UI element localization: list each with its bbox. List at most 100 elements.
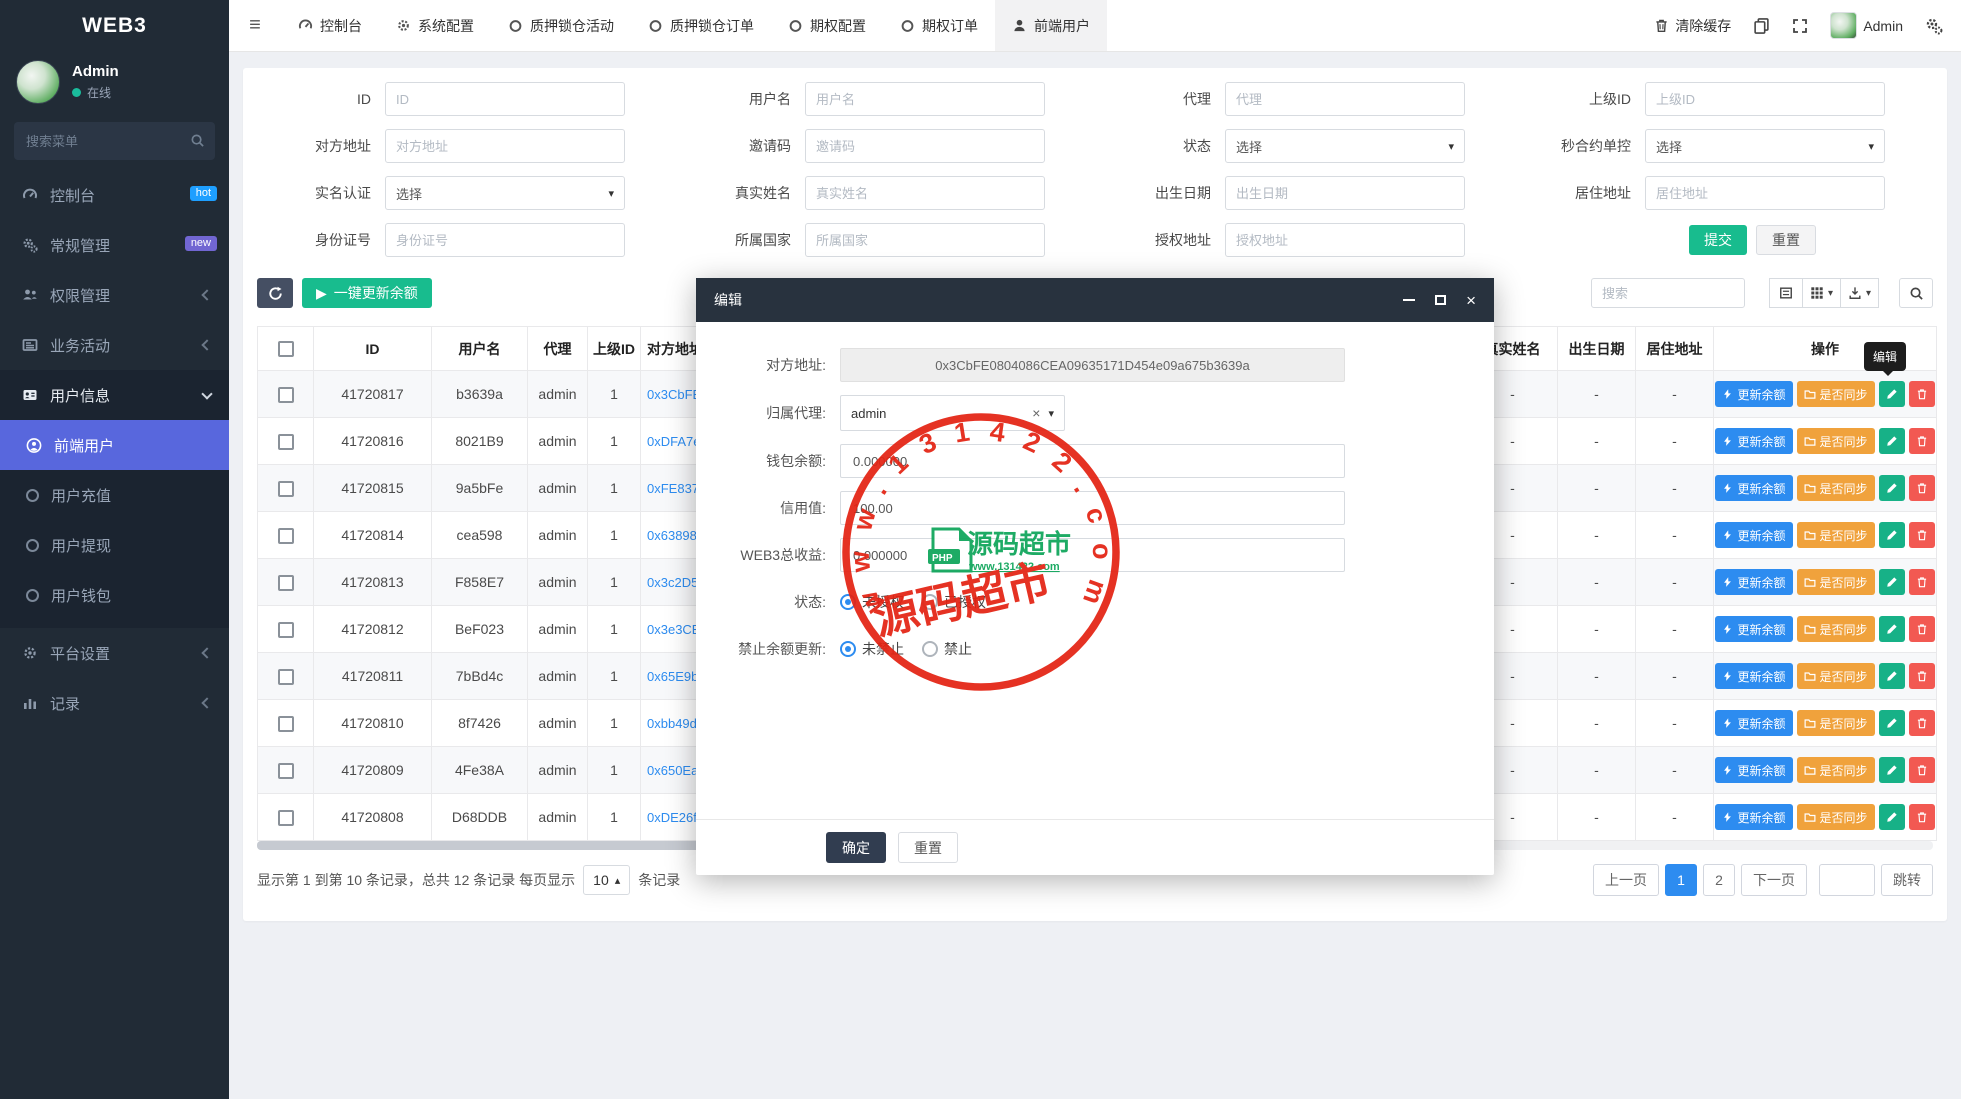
modal-profit-input[interactable] — [840, 538, 1345, 572]
address-link[interactable]: 0x3c2D5 — [647, 575, 698, 590]
sidebar-item-userinfo[interactable]: 用户信息 — [0, 370, 229, 420]
filter-birth-date-input[interactable] — [1236, 185, 1454, 201]
sidebar-item-platform-settings[interactable]: 平台设置 — [0, 628, 229, 678]
filter-id-card-input[interactable] — [396, 232, 614, 248]
modal-balance-input[interactable] — [840, 444, 1345, 478]
filter-username-input[interactable] — [816, 91, 1034, 107]
row-checkbox[interactable] — [277, 480, 294, 497]
update-balance-button[interactable]: 更新余额 — [1715, 569, 1793, 595]
sidebar-item-user-recharge[interactable]: 用户充值 — [0, 470, 229, 520]
filter-kyc-select[interactable]: 选择 ▾ — [385, 176, 625, 210]
update-balance-button[interactable]: 更新余额 — [1715, 522, 1793, 548]
delete-button[interactable] — [1908, 428, 1935, 454]
sidebar-item-user-withdraw[interactable]: 用户提现 — [0, 520, 229, 570]
sync-button[interactable]: 是否同步 — [1796, 381, 1875, 407]
avatar[interactable] — [16, 60, 60, 104]
row-checkbox[interactable] — [277, 386, 294, 403]
radio-forbidden[interactable]: 禁止 — [922, 639, 972, 659]
row-checkbox[interactable] — [277, 527, 294, 544]
tab-option-orders[interactable]: 期权订单 — [883, 0, 995, 51]
next-page-button[interactable]: 下一页 — [1741, 864, 1807, 896]
modal-credit-input[interactable] — [840, 491, 1345, 525]
filter-status-select[interactable]: 选择 ▾ — [1225, 129, 1465, 163]
edit-button[interactable] — [1878, 381, 1905, 407]
tab-system-config[interactable]: 系统配置 — [379, 0, 491, 51]
update-balance-button[interactable]: 更新余额 — [1715, 381, 1793, 407]
delete-button[interactable] — [1908, 710, 1935, 736]
filter-address-input[interactable] — [396, 138, 614, 154]
table-search-input[interactable] — [1590, 278, 1745, 308]
batch-update-balance-button[interactable]: ▶ 一键更新余额 — [302, 278, 432, 308]
sidebar-item-general[interactable]: 常规管理 new — [0, 220, 229, 270]
clear-icon[interactable]: × — [1032, 405, 1040, 421]
row-checkbox[interactable] — [277, 762, 294, 779]
refresh-button[interactable] — [257, 278, 293, 308]
update-balance-button[interactable]: 更新余额 — [1715, 616, 1793, 642]
edit-button[interactable] — [1878, 428, 1905, 454]
update-balance-button[interactable]: 更新余额 — [1715, 804, 1793, 830]
select-all-checkbox[interactable] — [277, 341, 294, 358]
sync-button[interactable]: 是否同步 — [1796, 522, 1875, 548]
update-balance-button[interactable]: 更新余额 — [1715, 710, 1793, 736]
columns-button[interactable]: ▾ — [1801, 278, 1841, 308]
update-balance-button[interactable]: 更新余额 — [1715, 757, 1793, 783]
row-checkbox[interactable] — [277, 809, 294, 826]
export-button[interactable]: ▾ — [1839, 278, 1879, 308]
filter-invite-code-input[interactable] — [816, 138, 1034, 154]
row-checkbox[interactable] — [277, 715, 294, 732]
tab-frontend-users[interactable]: 前端用户 — [995, 0, 1107, 51]
sync-button[interactable]: 是否同步 — [1796, 569, 1875, 595]
sync-button[interactable]: 是否同步 — [1796, 616, 1875, 642]
delete-button[interactable] — [1908, 804, 1935, 830]
sync-button[interactable]: 是否同步 — [1796, 757, 1875, 783]
radio-authorized[interactable]: 已授权 — [922, 592, 986, 612]
tab-stake-orders[interactable]: 质押锁仓订单 — [631, 0, 771, 51]
prev-page-button[interactable]: 上一页 — [1593, 864, 1659, 896]
jump-button[interactable]: 跳转 — [1881, 864, 1933, 896]
edit-button[interactable] — [1878, 757, 1905, 783]
maximize-icon[interactable] — [1435, 295, 1447, 305]
sidebar-item-permissions[interactable]: 权限管理 — [0, 270, 229, 320]
filter-parent-id-input[interactable] — [1656, 91, 1874, 107]
user-menu[interactable]: Admin — [1830, 12, 1903, 39]
edit-button[interactable] — [1878, 710, 1905, 736]
submit-button[interactable]: 提交 — [1689, 225, 1747, 255]
close-icon[interactable]: × — [1466, 292, 1476, 309]
update-balance-button[interactable]: 更新余额 — [1715, 475, 1793, 501]
clear-cache-button[interactable]: 清除缓存 — [1654, 16, 1731, 36]
filter-id-input[interactable] — [396, 91, 614, 107]
minimize-icon[interactable] — [1403, 299, 1416, 301]
delete-button[interactable] — [1908, 381, 1935, 407]
edit-button[interactable] — [1878, 804, 1905, 830]
address-link[interactable]: 0x63898 — [647, 528, 697, 543]
row-checkbox[interactable] — [277, 574, 294, 591]
edit-button[interactable] — [1878, 475, 1905, 501]
sidebar-item-business[interactable]: 业务活动 — [0, 320, 229, 370]
sidebar-item-console[interactable]: 控制台 hot — [0, 170, 229, 220]
filter-residence-input[interactable] — [1656, 185, 1874, 201]
radio-not-forbidden[interactable]: 未禁止 — [840, 639, 904, 659]
hamburger-menu-icon[interactable]: ≡ — [229, 0, 281, 51]
filter-real-name-input[interactable] — [816, 185, 1034, 201]
tab-console[interactable]: 控制台 — [281, 0, 379, 51]
modal-agent-select[interactable]: admin × ▾ — [840, 395, 1065, 431]
update-balance-button[interactable]: 更新余额 — [1715, 428, 1793, 454]
delete-button[interactable] — [1908, 569, 1935, 595]
sync-button[interactable]: 是否同步 — [1796, 710, 1875, 736]
copy-icon[interactable] — [1753, 17, 1770, 34]
settings-gears-icon[interactable] — [1925, 17, 1943, 35]
jump-page-input[interactable] — [1819, 864, 1875, 896]
menu-search-input[interactable] — [14, 122, 215, 160]
per-page-select[interactable]: 10 ▴ — [583, 865, 631, 895]
address-link[interactable]: 0x65E9b — [647, 669, 698, 684]
address-link[interactable]: 0xDFA7e — [647, 434, 700, 449]
sidebar-item-frontend-users[interactable]: 前端用户 — [0, 420, 229, 470]
delete-button[interactable] — [1908, 757, 1935, 783]
edit-button[interactable] — [1878, 522, 1905, 548]
detail-view-button[interactable] — [1768, 278, 1803, 308]
tab-option-config[interactable]: 期权配置 — [771, 0, 883, 51]
confirm-button[interactable]: 确定 — [826, 832, 886, 863]
filter-agent-input[interactable] — [1236, 91, 1454, 107]
delete-button[interactable] — [1908, 663, 1935, 689]
delete-button[interactable] — [1908, 475, 1935, 501]
